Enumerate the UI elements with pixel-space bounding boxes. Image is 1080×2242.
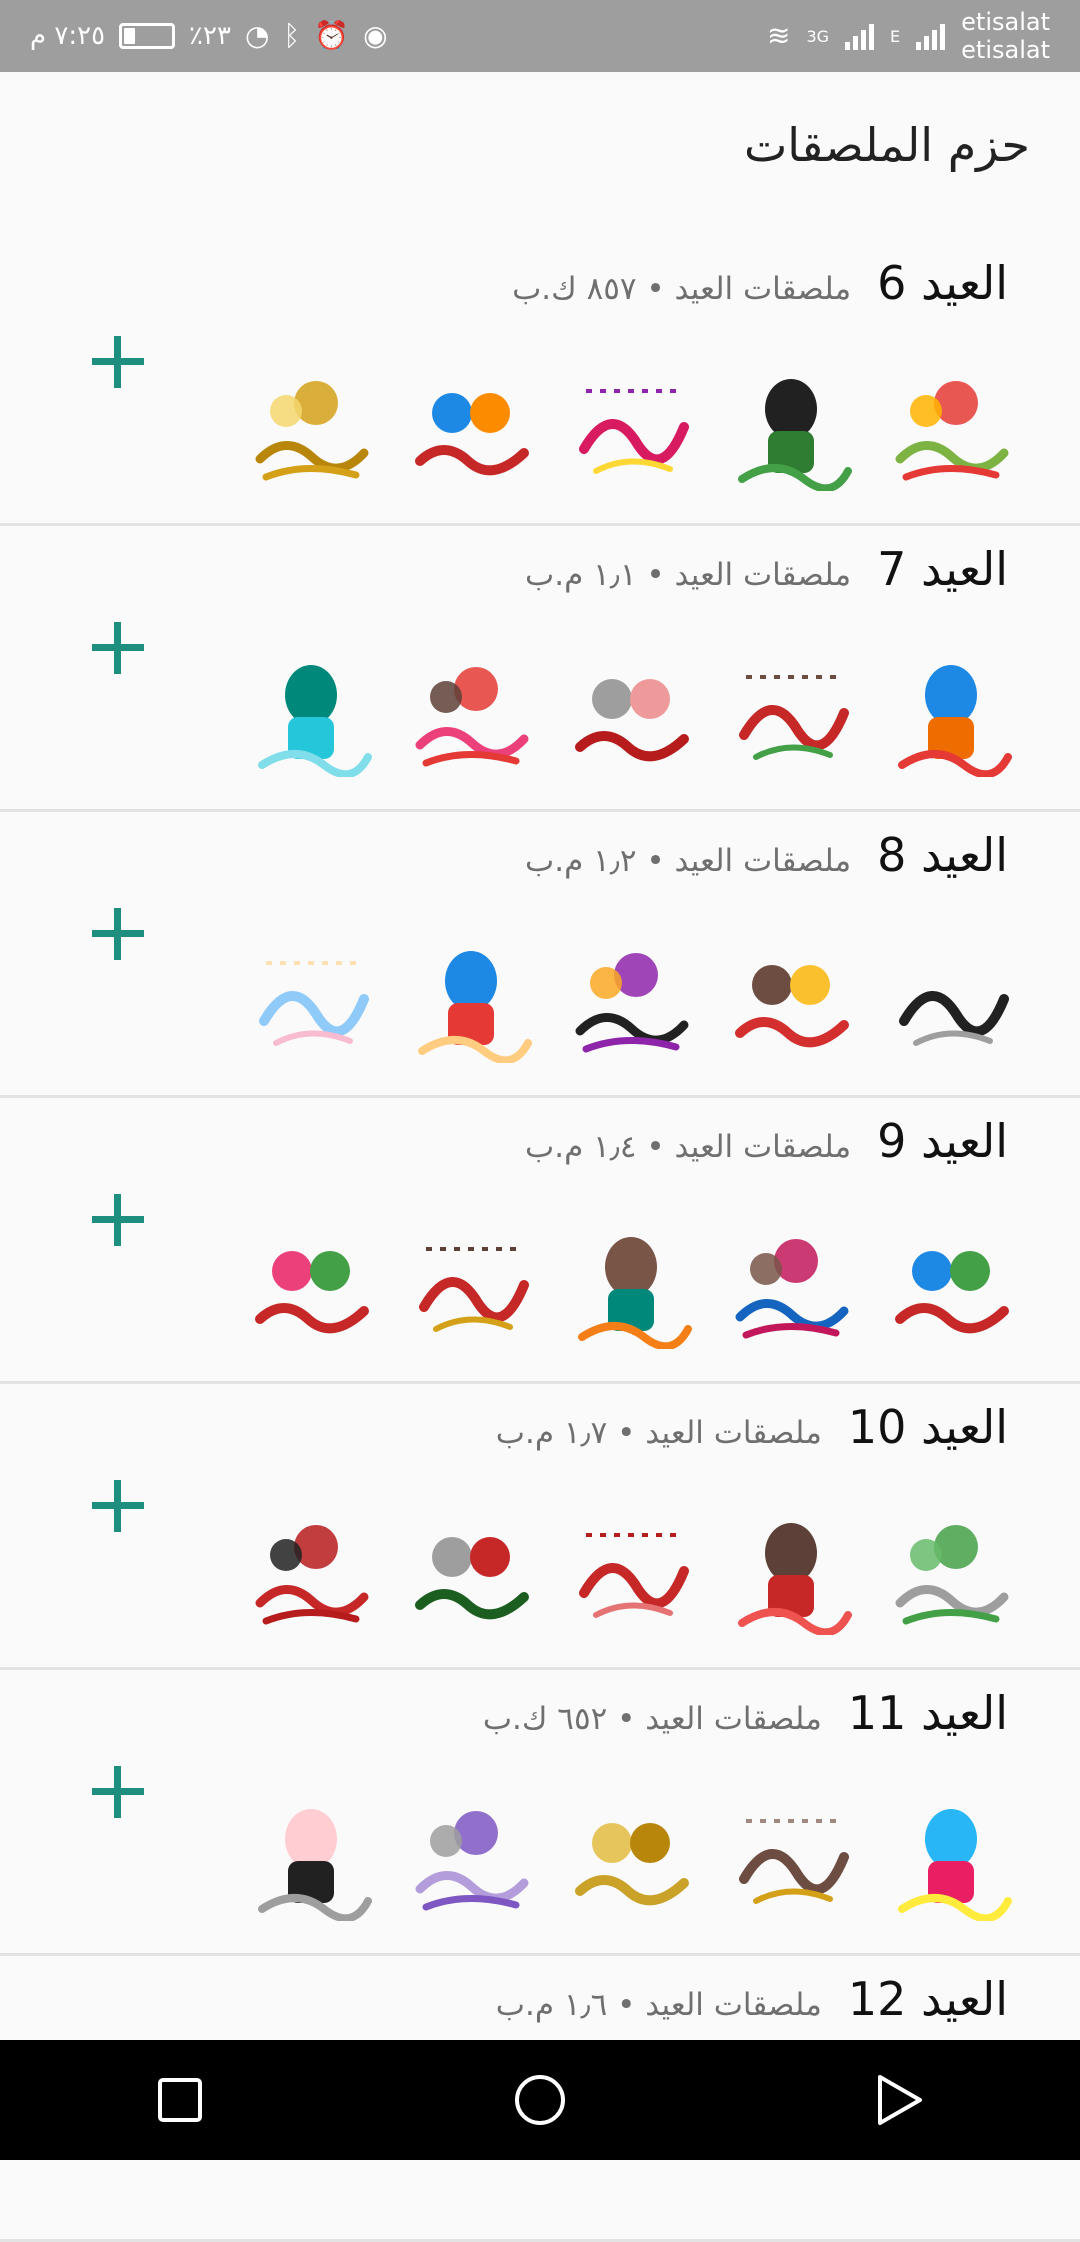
sticker-kids-table [726,933,856,1063]
pack-name: العيد 11 [847,1686,1008,1740]
wifi-calling-icon: ≋ [767,19,791,52]
carrier-2: etisalat [961,36,1050,64]
sticker-gold-lanterns [246,361,376,491]
sticker-baby [246,933,376,1063]
sticker-woman-niqab [726,361,856,491]
sticker-red-mosque [246,1505,376,1635]
pack-subtitle: ملصقات العيد • ٨٥٧ ك.ب [512,271,852,307]
add-pack-plus-icon[interactable] [92,908,144,960]
battery-percent: ٪٢٣ [189,21,231,51]
sticker-sheep-calligraphy [886,933,1016,1063]
sticker-girl-text [726,1505,856,1635]
sticker-girl-hijab [246,647,376,777]
sticker-preview-strip [246,1780,1016,1932]
triangle-back-icon[interactable] [860,2060,940,2140]
pack-name: العيد 7 [877,542,1008,596]
sticker-red-calligraphy [566,1505,696,1635]
sticker-hanging-lanterns [566,647,696,777]
sticker-sheep-grass [886,1505,1016,1635]
sticker-pack-row[interactable]: العيد 9 ملصقات العيد • ١٫٤ م.ب [0,1098,1080,1384]
page-title: حزم الملصقات [743,118,1030,172]
sticker-pack-row[interactable]: العيد 10 ملصقات العيد • ١٫٧ م.ب [0,1384,1080,1670]
pack-header: العيد 11 ملصقات العيد • ٦٥٢ ك.ب [483,1686,1008,1740]
add-pack-plus-icon[interactable] [92,622,144,674]
sticker-couple [566,1219,696,1349]
status-right: ≋ 3G E etisalat etisalat [767,8,1050,64]
sticker-preview-strip [246,1494,1016,1646]
add-pack-plus-icon[interactable] [92,1194,144,1246]
sticker-mosque-gold [726,1791,856,1921]
pack-subtitle: ملصقات العيد • ١٫٤ م.ب [525,1129,852,1165]
carrier-names: etisalat etisalat [961,8,1050,64]
sticker-woman-niqab [566,933,696,1063]
pack-header: العيد 10 ملصقات العيد • ١٫٧ م.ب [496,1400,1008,1454]
carrier-1: etisalat [961,8,1050,36]
pack-header: العيد 9 ملصقات العيد • ١٫٤ م.ب [525,1114,1008,1168]
sticker-gold-text [566,1791,696,1921]
pack-name: العيد 8 [877,828,1008,882]
navigation-bar [0,2040,1080,2160]
sticker-kids-balloons [886,361,1016,491]
pack-name: العيد 12 [847,1972,1008,2026]
add-pack-plus-icon[interactable] [92,1766,144,1818]
pack-subtitle: ملصقات العيد • ١٫٧ م.ب [495,1415,822,1451]
pack-header: العيد 12 ملصقات العيد • ١٫٦ م.ب [496,1972,1008,2026]
sticker-girl-balloons [406,647,536,777]
clock: ٧:٢٥ م [30,21,106,51]
sticker-pack-row[interactable]: العيد 8 ملصقات العيد • ١٫٢ م.ب [0,812,1080,1098]
sticker-green-gifts [406,1505,536,1635]
sticker-calligraphy [566,361,696,491]
sticker-preview-strip [246,1208,1016,1360]
sticker-preview-strip [246,922,1016,1074]
signal-icon-2 [916,22,946,50]
sticker-flower-frame [406,1791,536,1921]
sticker-girl-coffee [406,1219,536,1349]
signal-icon-1 [845,22,875,50]
circle-home-icon[interactable] [500,2060,580,2140]
sticker-balloons-text [886,1219,1016,1349]
sticker-kids-group [406,361,536,491]
network-type-2: E [890,26,901,46]
pack-subtitle: ملصقات العيد • ١٫٦ م.ب [495,1987,822,2023]
sticker-pack-row[interactable]: العيد 6 ملصقات العيد • ٨٥٧ ك.ب [0,240,1080,526]
sticker-family [726,1219,856,1349]
pack-subtitle: ملصقات العيد • ٦٥٢ ك.ب [482,1701,822,1737]
data-saver-icon: ◔ [244,19,270,52]
battery-icon [119,23,176,49]
sticker-crowd [246,1219,376,1349]
pack-header: العيد 7 ملصقات العيد • ١٫١ م.ب [525,542,1008,596]
status-left: ٧:٢٥ م ٪٢٣ ◔ ᛒ ⏰ ◉ [30,21,388,51]
sticker-kids-hugging [406,933,536,1063]
pack-header: العيد 6 ملصقات العيد • ٨٥٧ ك.ب [512,256,1008,310]
pack-subtitle: ملصقات العيد • ١٫٢ م.ب [525,843,852,879]
pack-name: العيد 10 [847,1400,1008,1454]
pack-header: العيد 8 ملصقات العيد • ١٫٢ م.ب [525,828,1008,882]
add-pack-plus-icon[interactable] [92,1480,144,1532]
sticker-preview-strip [246,350,1016,502]
pack-name: العيد 6 [877,256,1008,310]
status-bar: ٧:٢٥ م ٪٢٣ ◔ ᛒ ⏰ ◉ ≋ 3G E etisalat etisa… [0,0,1080,72]
sticker-black-text [246,1791,376,1921]
sticker-pack-row[interactable]: العيد 11 ملصقات العيد • ٦٥٢ ك.ب [0,1670,1080,1956]
sticker-kids-faces [886,647,1016,777]
eye-icon: ◉ [363,19,388,52]
sticker-pack-row[interactable]: العيد 7 ملصقات العيد • ١٫١ م.ب [0,526,1080,812]
alarm-icon: ⏰ [314,19,350,52]
sticker-preview-strip [246,636,1016,788]
sticker-boys-balloons [726,647,856,777]
square-recents-icon[interactable] [140,2060,220,2140]
network-type-1: 3G [806,26,830,46]
bluetooth-icon: ᛒ [283,19,301,52]
pack-name: العيد 9 [877,1114,1008,1168]
sticker-fireworks [886,1791,1016,1921]
pack-subtitle: ملصقات العيد • ١٫١ م.ب [525,557,852,593]
add-pack-plus-icon[interactable] [92,336,144,388]
